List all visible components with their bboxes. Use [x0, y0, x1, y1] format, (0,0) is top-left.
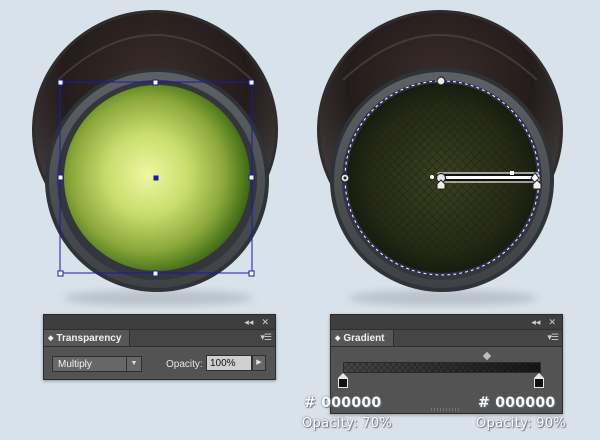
- panel-tab-row: ◆ Gradient ▾☰: [331, 330, 562, 347]
- panel-titlebar: ◂◂ ✕: [331, 315, 562, 330]
- close-panel-icon[interactable]: ✕: [261, 317, 269, 328]
- panel-tab-row: ◆ Transparency ▾☰: [44, 330, 275, 347]
- opacity-dropdown-icon[interactable]: ▶: [252, 355, 266, 371]
- artwork-canvas: [32, 10, 563, 306]
- tab-gradient-label: Gradient: [343, 332, 385, 344]
- panel-menu-icon[interactable]: ▾☰: [547, 332, 559, 343]
- left-stop-opacity-caption: Opacity: 70%: [302, 416, 393, 431]
- tab-expand-icon: ◆: [48, 335, 54, 342]
- right-stop-opacity-caption: Opacity: 90%: [476, 416, 567, 431]
- right-stop-hex-caption: # 000000: [478, 395, 556, 411]
- panel-titlebar: ◂◂ ✕: [44, 315, 275, 330]
- tab-expand-icon: ◆: [335, 335, 341, 342]
- chevron-down-icon[interactable]: ▼: [126, 357, 141, 371]
- opacity-field[interactable]: 100%: [206, 355, 252, 371]
- opacity-label: Opacity:: [166, 359, 203, 370]
- blend-mode-dropdown[interactable]: Multiply ▼: [52, 356, 142, 372]
- gradient-body: [331, 347, 562, 393]
- tab-gradient[interactable]: ◆ Gradient: [331, 330, 394, 346]
- tab-transparency[interactable]: ◆ Transparency: [44, 330, 131, 346]
- left-lamp: [32, 10, 278, 306]
- close-panel-icon[interactable]: ✕: [548, 317, 556, 328]
- tab-transparency-label: Transparency: [56, 332, 122, 344]
- transparency-panel: ◂◂ ✕ ◆ Transparency ▾☰ Multiply ▼ Opacit…: [43, 314, 276, 380]
- gradient-midpoint-handle[interactable]: [482, 351, 492, 361]
- left-stop-hex-caption: # 000000: [304, 395, 382, 411]
- blend-mode-value: Multiply: [58, 359, 92, 370]
- panel-menu-icon[interactable]: ▾☰: [260, 332, 272, 343]
- gradient-stop-left[interactable]: [338, 373, 348, 388]
- gradient-slider[interactable]: [343, 362, 541, 373]
- gradient-stop-right[interactable]: [534, 373, 544, 388]
- collapse-panel-icon[interactable]: ◂◂: [531, 317, 540, 328]
- collapse-panel-icon[interactable]: ◂◂: [244, 317, 253, 328]
- transparency-body: Multiply ▼ Opacity: 100% ▶: [44, 347, 275, 381]
- right-lamp: [317, 10, 563, 306]
- resize-grip[interactable]: [431, 408, 461, 411]
